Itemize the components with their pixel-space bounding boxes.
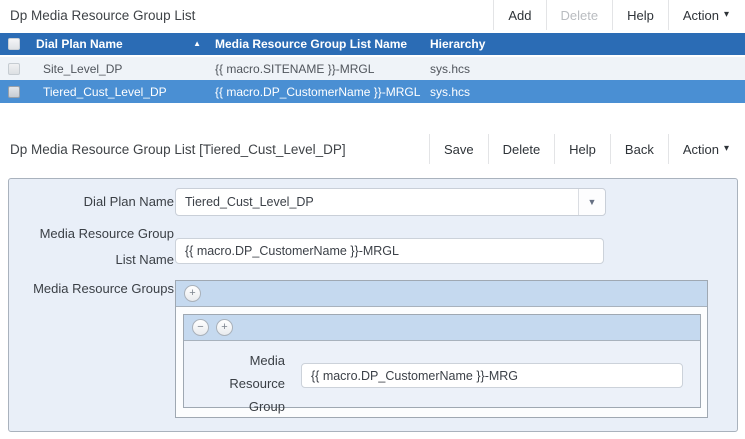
row-checkbox[interactable]	[8, 86, 20, 98]
media-resource-groups-label: Media Resource Groups	[21, 281, 174, 297]
select-all-checkbox[interactable]	[8, 38, 20, 50]
cell-hierarchy[interactable]: sys.hcs	[430, 85, 745, 99]
help-button[interactable]: Help	[612, 0, 668, 30]
caret-down-icon: ▾	[724, 144, 729, 154]
cell-mrgl-name[interactable]: {{ macro.DP_CustomerName }}-MRGL	[215, 85, 430, 99]
sort-asc-icon[interactable]: ▲	[193, 40, 201, 48]
action-menu-label: Action	[683, 142, 719, 157]
list-panel-title: Dp Media Resource Group List	[0, 0, 493, 30]
dropdown-arrow-icon[interactable]: ▼	[578, 189, 605, 215]
detail-toolbar-buttons: Save Delete Help Back Action ▾	[429, 134, 745, 164]
page: Dp Media Resource Group List Add Delete …	[0, 0, 745, 439]
media-resource-group-label-line1: Media Resource	[192, 349, 285, 395]
mrgl-name-label-line1: Media Resource Group	[21, 221, 174, 247]
delete-button[interactable]: Delete	[488, 134, 555, 164]
dial-plan-name-value: Tiered_Cust_Level_DP	[176, 189, 578, 215]
table-row[interactable]: Site_Level_DP {{ macro.SITENAME }}-MRGL …	[0, 57, 745, 80]
cell-dial-plan[interactable]: Site_Level_DP	[36, 62, 215, 76]
column-header-hierarchy[interactable]: Hierarchy	[430, 37, 745, 51]
mrgl-table: Dial Plan Name ▲ Media Resource Group Li…	[0, 33, 745, 103]
media-resource-group-item: − + Media Resource Group {{ macro.DP_Cus…	[183, 314, 701, 408]
caret-down-icon: ▾	[724, 10, 729, 20]
cell-dial-plan[interactable]: Tiered_Cust_Level_DP	[36, 85, 215, 99]
row-checkbox[interactable]	[8, 63, 20, 75]
add-group-button[interactable]: +	[184, 285, 201, 302]
detail-form: Dial Plan Name Tiered_Cust_Level_DP ▼ Me…	[8, 178, 738, 432]
mrgl-name-label-line2: List Name	[21, 247, 174, 273]
header-checkbox-cell	[0, 38, 36, 50]
media-resource-group-label: Media Resource Group	[192, 349, 285, 418]
back-button[interactable]: Back	[610, 134, 668, 164]
add-button[interactable]: Add	[493, 0, 545, 30]
mrgl-name-input[interactable]: {{ macro.DP_CustomerName }}-MRGL	[175, 238, 604, 264]
list-toolbar-buttons: Add Delete Help Action ▾	[493, 0, 745, 30]
help-button[interactable]: Help	[554, 134, 610, 164]
remove-group-item-button[interactable]: −	[192, 319, 209, 336]
cell-hierarchy[interactable]: sys.hcs	[430, 62, 745, 76]
column-header-dial-plan[interactable]: Dial Plan Name ▲	[36, 37, 215, 51]
delete-button[interactable]: Delete	[546, 0, 613, 30]
group-item-body: Media Resource Group {{ macro.DP_Custome…	[184, 341, 700, 407]
cell-mrgl-name[interactable]: {{ macro.SITENAME }}-MRGL	[215, 62, 430, 76]
dial-plan-name-label: Dial Plan Name	[21, 194, 174, 210]
table-row-selected[interactable]: Tiered_Cust_Level_DP {{ macro.DP_Custome…	[0, 80, 745, 103]
list-toolbar: Dp Media Resource Group List Add Delete …	[0, 0, 745, 30]
dial-plan-name-select[interactable]: Tiered_Cust_Level_DP ▼	[175, 188, 606, 216]
mrgl-name-label: Media Resource Group List Name	[21, 221, 174, 273]
row-checkbox-cell	[0, 63, 36, 75]
column-header-mrgl-name[interactable]: Media Resource Group List Name	[215, 37, 430, 51]
group-item-header: − +	[184, 315, 700, 341]
column-header-dial-plan-label: Dial Plan Name	[36, 37, 123, 51]
row-checkbox-cell	[0, 86, 36, 98]
action-menu-label: Action	[683, 8, 719, 23]
add-group-item-button[interactable]: +	[216, 319, 233, 336]
detail-panel-title: Dp Media Resource Group List [Tiered_Cus…	[0, 134, 429, 164]
action-menu-button[interactable]: Action ▾	[668, 134, 743, 164]
media-resource-groups-container: + − + Media Resource Group {{ macro.DP_C…	[175, 280, 708, 418]
save-button[interactable]: Save	[429, 134, 488, 164]
table-header-row: Dial Plan Name ▲ Media Resource Group Li…	[0, 33, 745, 57]
media-resource-group-input[interactable]: {{ macro.DP_CustomerName }}-MRG	[301, 363, 683, 388]
media-resource-group-label-line2: Group	[192, 395, 285, 418]
groups-container-header: +	[176, 281, 707, 307]
action-menu-button[interactable]: Action ▾	[668, 0, 743, 30]
detail-toolbar: Dp Media Resource Group List [Tiered_Cus…	[0, 134, 745, 164]
